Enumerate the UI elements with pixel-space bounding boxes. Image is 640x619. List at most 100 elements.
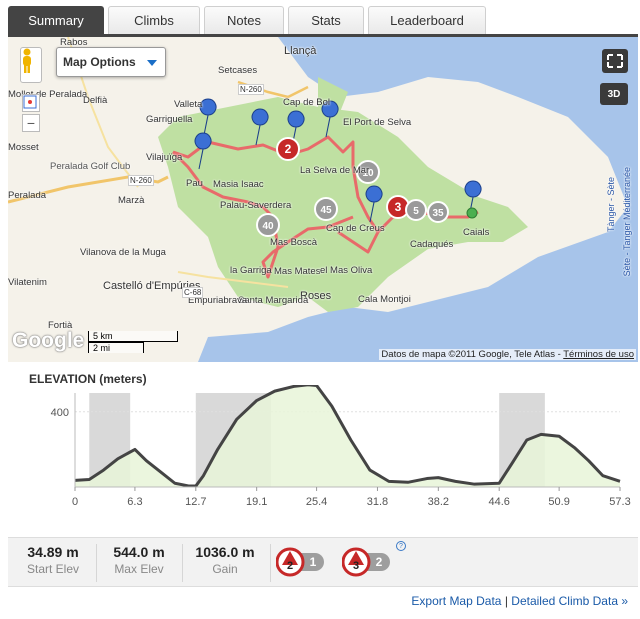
place-label: Palau-Saverdera <box>220 200 292 211</box>
place-label: Setcases <box>218 65 258 76</box>
tab-bar: Summary Climbs Notes Stats Leaderboard <box>8 6 486 34</box>
svg-text:1: 1 <box>310 555 317 569</box>
google-logo: Google <box>12 329 85 352</box>
climb-marker-2: 2 <box>276 137 300 161</box>
tab-notes[interactable]: Notes <box>204 6 284 34</box>
x-tick-label: 31.8 <box>367 496 388 508</box>
gain-stat: 1036.0 m Gain <box>182 544 268 576</box>
ferry-route-label: Sète - Tanger Méditerranée <box>622 167 632 277</box>
place-label: Masia Isaac <box>213 179 264 190</box>
tab-leaderboard[interactable]: Leaderboard <box>368 6 486 34</box>
place-label: Santa Margarida <box>238 295 309 306</box>
km-5: 5 <box>413 206 419 217</box>
map-options-label: Map Options <box>63 55 136 69</box>
street-view-pegman[interactable] <box>20 47 42 83</box>
pegman-icon <box>23 48 31 73</box>
zoom-out-button[interactable]: − <box>22 114 40 132</box>
place-label: Valleta <box>174 99 203 110</box>
link-separator: | <box>504 594 508 608</box>
place-label: Cap de Creus <box>326 223 385 234</box>
place-label: Peralada <box>8 190 47 201</box>
tab-stats[interactable]: Stats <box>288 6 364 34</box>
place-label: Marzà <box>118 195 145 206</box>
gain-label: Gain <box>212 562 238 576</box>
chevron-down-icon <box>147 60 157 66</box>
max-elev-value: 544.0 m <box>113 544 165 560</box>
3d-view-button[interactable]: 3D <box>600 83 628 105</box>
map-scale: 5 km 2 mi <box>88 331 178 353</box>
place-label: Delfià <box>83 95 108 106</box>
export-map-data-link[interactable]: Export Map Data <box>411 594 501 608</box>
map-canvas: 2 3 10 45 40 5 35 <box>8 37 638 362</box>
fullscreen-button[interactable] <box>602 49 628 73</box>
y-tick-label: 400 <box>51 407 69 419</box>
place-label: Caials <box>463 227 490 238</box>
elevation-chart: 400 0 6.3 12.7 19.1 25.4 31.8 38.2 44.6 50.9 57.3 <box>51 385 631 508</box>
scale-mi: 2 mi <box>88 342 144 353</box>
x-tick-label: 6.3 <box>127 496 142 508</box>
scale-km: 5 km <box>88 331 178 342</box>
km-35: 35 <box>432 208 444 219</box>
max-elev-label: Max Elev <box>114 562 164 576</box>
x-tick-label: 50.9 <box>548 496 569 508</box>
svg-text:2: 2 <box>376 555 383 569</box>
place-label: la Garriga <box>230 265 272 276</box>
fullscreen-icon <box>607 54 623 68</box>
place-label: Vilajuïga <box>146 152 183 163</box>
road-shield: N-260 <box>128 175 154 186</box>
x-tick-label: 12.7 <box>185 496 206 508</box>
svg-text:2: 2 <box>285 142 292 156</box>
place-label: El Port de Selva <box>343 117 412 128</box>
place-label: Cala Montjoi <box>358 294 411 305</box>
finish-marker <box>466 207 478 219</box>
place-label: Cadaqués <box>410 239 454 250</box>
place-label: Vilatenim <box>8 277 47 288</box>
terms-of-use-link[interactable]: Términos de uso <box>563 349 634 360</box>
x-tick-label: 38.2 <box>428 496 449 508</box>
x-tick-label: 25.4 <box>306 496 327 508</box>
svg-text:3: 3 <box>353 560 359 572</box>
place-label: Mas Boscà <box>270 237 317 248</box>
x-tick-label: 19.1 <box>246 496 267 508</box>
x-tick-label: 44.6 <box>488 496 509 508</box>
place-label: Mollet de Peralada <box>8 89 88 100</box>
place-label: Cap de Bol <box>283 97 331 108</box>
tab-summary[interactable]: Summary <box>8 6 104 34</box>
place-label: La Selva de Mar <box>300 165 370 176</box>
map-attribution: Datos de mapa ©2011 Google, Tele Atlas -… <box>379 349 636 360</box>
tab-climbs[interactable]: Climbs <box>108 6 200 34</box>
navigation-icon[interactable] <box>22 95 40 158</box>
map-options-dropdown[interactable]: Map Options <box>56 47 166 77</box>
zoom-control: + − <box>22 94 40 158</box>
gain-value: 1036.0 m <box>195 544 255 560</box>
route-map[interactable]: 2 3 10 45 40 5 35 Rabos Setcases Llançà … <box>8 37 638 362</box>
road-shield: C-68 <box>182 287 204 298</box>
climb-summary-3[interactable]: 3 2 <box>341 543 392 579</box>
attribution-text: Datos de mapa ©2011 Google, Tele Atlas - <box>381 349 564 360</box>
start-elev-value: 34.89 m <box>27 544 79 560</box>
svg-text:3: 3 <box>395 200 402 214</box>
divider <box>270 544 271 582</box>
x-tick-label: 0 <box>72 496 78 508</box>
place-label: Mas Mates <box>274 266 321 277</box>
km-40: 40 <box>262 221 274 232</box>
road-shield: N-260 <box>238 84 264 95</box>
place-label: Vilanova de la Muga <box>80 247 166 258</box>
place-label: Garriguella <box>146 114 193 125</box>
climb-summary-2[interactable]: 2 1 <box>275 543 326 579</box>
detailed-climb-data-link[interactable]: Detailed Climb Data » <box>511 594 628 608</box>
place-label: el Mas Oliva <box>320 265 373 276</box>
place-label: Peralada Golf Club <box>50 161 131 172</box>
km-45: 45 <box>320 205 332 216</box>
place-label: Llançà <box>284 45 317 57</box>
footer-links: Export Map Data | Detailed Climb Data » <box>411 594 628 608</box>
start-elev-stat: 34.89 m Start Elev <box>10 544 96 576</box>
elevation-title: ELEVATION (meters) <box>29 372 147 386</box>
stats-bar: 34.89 m Start Elev 544.0 m Max Elev 1036… <box>8 537 638 587</box>
max-elev-stat: 544.0 m Max Elev <box>96 544 182 576</box>
ferry-route-label: Tànger - Sète <box>606 177 616 233</box>
place-label: Pau <box>186 178 203 189</box>
svg-text:2: 2 <box>287 560 293 572</box>
help-icon[interactable]: ? <box>396 541 406 551</box>
x-tick-label: 57.3 <box>609 496 630 508</box>
